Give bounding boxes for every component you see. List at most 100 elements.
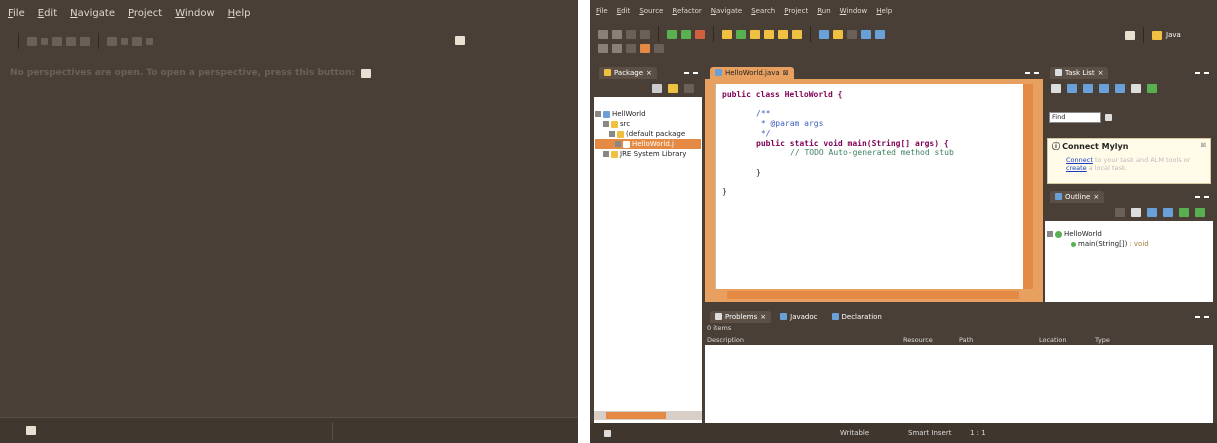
collapse-all-icon[interactable] [652,83,662,93]
print-icon[interactable] [640,29,650,39]
menu-file[interactable]: File [596,7,608,15]
toggle-mark-occurrences-icon[interactable] [819,29,829,39]
horizontal-scrollbar[interactable] [594,411,702,420]
minimize-icon[interactable] [1195,71,1200,74]
link-with-editor-icon[interactable] [668,83,678,93]
menu-window[interactable]: Window [175,8,214,19]
show-whitespace-icon[interactable] [861,29,871,39]
clear-find-icon[interactable] [1105,114,1112,121]
categorize-icon[interactable] [1067,83,1077,93]
tab-outline[interactable]: Outline × [1050,190,1105,203]
tab-javadoc[interactable]: Javadoc [775,311,822,323]
minimize-icon[interactable] [1195,195,1200,198]
debug-icon[interactable] [667,29,677,39]
dropdown-icon[interactable] [146,37,153,45]
menu-window[interactable]: Window [840,7,868,15]
close-icon[interactable]: ⊠ [783,69,789,77]
print-icon[interactable] [80,36,90,46]
maximize-icon[interactable] [1204,71,1209,74]
menu-run[interactable]: Run [817,7,830,15]
highlight-icon[interactable] [833,29,843,39]
menu-refactor[interactable]: Refactor [672,7,701,15]
tree-item[interactable]: main(String[]): void [1047,239,1149,249]
hide-fields-icon[interactable] [1131,207,1141,217]
run-icon[interactable] [681,29,691,39]
new-icon[interactable] [598,29,608,39]
hide-local-types-icon[interactable] [1179,207,1189,217]
save-all-icon[interactable] [66,36,76,46]
tab-helloworld-java[interactable]: HelloWorld.java ⊠ [710,66,794,79]
menu-file[interactable]: File [8,8,25,19]
hide-nonpublic-icon[interactable] [1163,207,1173,217]
sync-icon[interactable] [1147,83,1157,93]
previous-annotation-icon[interactable] [612,44,622,53]
dropdown-icon[interactable] [121,37,128,45]
save-all-icon[interactable] [626,29,636,39]
maximize-icon[interactable] [1204,315,1209,318]
menu-source[interactable]: Source [639,7,663,15]
focus-icon[interactable] [1099,83,1109,93]
block-selection-icon[interactable] [875,29,885,39]
new-java-project-icon[interactable] [722,29,732,39]
expand-icon[interactable] [609,131,615,137]
fast-view-icon[interactable] [26,426,36,435]
code-text[interactable]: public class HelloWorld { /** * @param a… [722,90,954,197]
close-icon[interactable]: × [646,69,652,77]
java-perspective-icon[interactable] [1152,30,1162,40]
expand-icon[interactable] [603,121,609,127]
forward-icon[interactable] [654,44,664,53]
next-annotation-icon[interactable] [598,44,608,53]
save-icon[interactable] [52,36,62,46]
task-find-input[interactable]: Find [1049,112,1101,123]
tab-task-list[interactable]: Task List × [1050,66,1109,79]
scheduled-icon[interactable] [1083,83,1093,93]
tree-item[interactable]: (default package [595,129,701,139]
menu-search[interactable]: Search [751,7,775,15]
minimize-icon[interactable] [1025,71,1030,74]
new-class-icon[interactable] [750,29,760,39]
maximize-icon[interactable] [693,71,698,74]
horizontal-scrollbar[interactable] [727,291,1019,299]
collapse-all-icon[interactable] [1131,83,1141,93]
open-type-icon[interactable] [764,29,774,39]
column-type[interactable]: Type [1095,336,1110,344]
column-resource[interactable]: Resource [903,336,959,344]
external-tools-icon[interactable] [695,29,705,39]
minimize-icon[interactable] [1195,315,1200,318]
menu-project[interactable]: Project [128,8,162,19]
back-icon[interactable] [107,36,117,46]
menu-edit[interactable]: Edit [38,8,57,19]
expand-icon[interactable] [603,151,609,157]
close-icon[interactable]: ⊠ [1201,141,1206,149]
new-package-icon[interactable] [736,29,746,39]
connect-link[interactable]: Connect [1066,156,1093,164]
column-location[interactable]: Location [1039,336,1095,344]
open-perspective-icon[interactable] [455,36,465,45]
fast-view-icon[interactable] [604,429,611,437]
save-icon[interactable] [612,29,622,39]
code-editor[interactable]: public class HelloWorld { /** * @param a… [715,84,1023,289]
dropdown-icon[interactable] [41,37,48,45]
tree-item[interactable]: src [595,119,701,129]
menu-help[interactable]: Help [228,8,251,19]
tree-item[interactable]: HelloWorld.j [595,139,701,149]
open-perspective-icon[interactable] [361,68,371,78]
tab-problems[interactable]: Problems × [710,310,772,323]
menu-navigate[interactable]: Navigate [711,7,742,15]
close-icon[interactable]: × [1098,69,1104,77]
filter-icon[interactable] [1115,83,1125,93]
open-task-icon[interactable] [778,29,788,39]
tab-package-explorer[interactable]: Package × [599,66,657,79]
column-path[interactable]: Path [959,336,1039,344]
forward-icon[interactable] [132,36,142,46]
java-perspective-label[interactable]: Java [1166,31,1181,39]
tree-item[interactable]: JRE System Library [595,149,701,159]
word-wrap-icon[interactable] [847,29,857,39]
search-icon[interactable] [792,29,802,39]
expand-icon[interactable] [595,111,601,117]
menu-help[interactable]: Help [876,7,892,15]
back-icon[interactable] [640,44,650,53]
tab-declaration[interactable]: Declaration [827,311,887,323]
close-icon[interactable]: × [760,313,766,321]
tree-item[interactable]: HellWorld [595,109,701,119]
